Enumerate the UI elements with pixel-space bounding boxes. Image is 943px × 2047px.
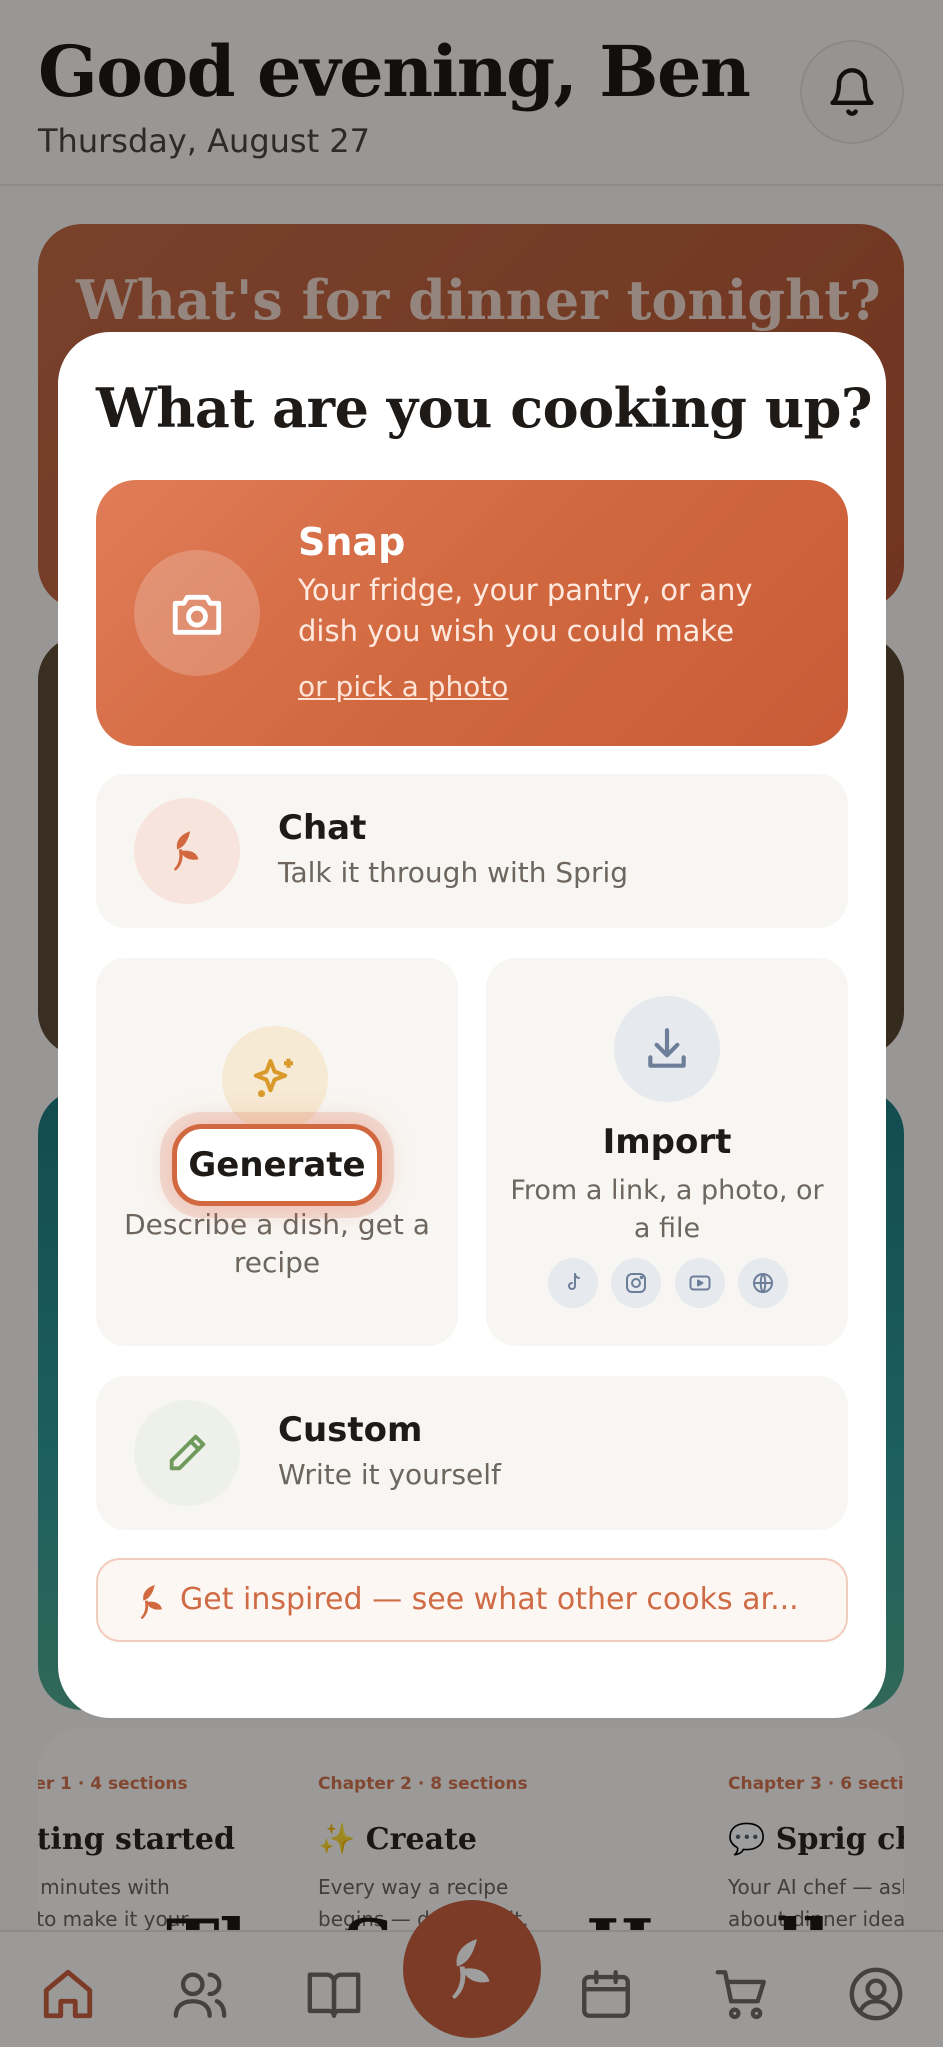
import-description: From a link, a photo, or a file: [510, 1175, 824, 1244]
create-modal: What are you cooking up? Snap Your fridg…: [58, 332, 886, 1718]
generate-option[interactable]: Describe a dish, get a recipe Generate: [96, 958, 458, 1346]
modal-title: What are you cooking up?: [96, 376, 873, 440]
pick-photo-link[interactable]: or pick a photo: [298, 670, 508, 703]
chat-option[interactable]: Chat Talk it through with Sprig: [96, 774, 848, 928]
pencil-icon: [169, 1434, 206, 1471]
custom-subtitle: Write it yourself: [278, 1458, 501, 1491]
snap-icon-circle: [134, 550, 260, 676]
globe-icon: [737, 1258, 788, 1308]
inspire-text: Get inspired — see what other cooks ar..…: [180, 1582, 799, 1617]
custom-option[interactable]: Custom Write it yourself: [96, 1376, 848, 1530]
custom-title: Custom: [278, 1410, 423, 1450]
custom-icon-circle: [134, 1400, 240, 1506]
chat-title: Chat: [278, 808, 367, 848]
tiktok-icon: [548, 1258, 598, 1308]
chat-icon-circle: [134, 798, 240, 904]
youtube-icon: [674, 1258, 725, 1308]
generate-button[interactable]: Generate: [172, 1124, 382, 1206]
snap-option[interactable]: Snap Your fridge, your pantry, or any di…: [96, 480, 848, 746]
snap-title: Snap: [298, 520, 406, 564]
download-icon: [648, 1028, 686, 1068]
camera-icon: [172, 594, 222, 635]
inspire-banner[interactable]: Get inspired — see what other cooks ar..…: [96, 1558, 848, 1642]
sparkles-icon: [253, 1058, 293, 1097]
sprig-leaf-icon: [173, 831, 199, 871]
import-sources: [548, 1258, 788, 1308]
chat-subtitle: Talk it through with Sprig: [278, 856, 629, 889]
snap-description: Your fridge, your pantry, or any dish yo…: [298, 573, 753, 648]
import-icon-circle: [614, 996, 720, 1102]
generate-description: Describe a dish, get a recipe: [124, 1208, 430, 1279]
instagram-icon: [611, 1258, 662, 1308]
import-option[interactable]: Import From a link, a photo, or a file: [486, 958, 848, 1346]
import-title: Import: [602, 1122, 732, 1162]
sprig-leaf-icon: [140, 1584, 162, 1620]
generate-icon-circle: [222, 1026, 328, 1132]
